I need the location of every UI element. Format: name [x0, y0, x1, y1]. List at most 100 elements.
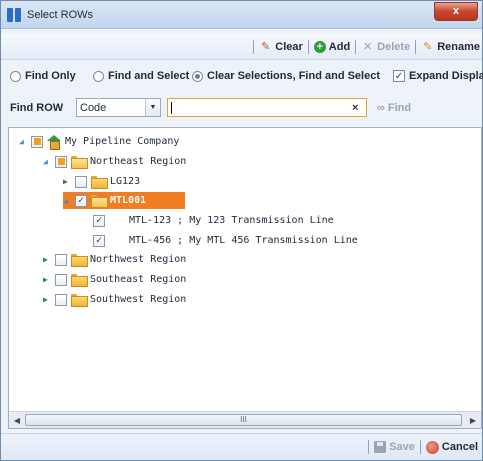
app-icon — [7, 8, 21, 22]
clear-button[interactable]: ✎ Clear — [259, 41, 303, 54]
home-icon — [47, 135, 61, 150]
find-row: Find ROW Code ▼ × ∞ Find — [1, 95, 482, 121]
tree-item-northwest-region[interactable]: ▶ Northwest Region — [43, 251, 186, 268]
clear-search-icon[interactable]: × — [352, 102, 358, 114]
pencil-icon: ✎ — [423, 40, 433, 53]
toolbar-separator — [253, 40, 255, 54]
tree-root-item[interactable]: ◢ My Pipeline Company — [19, 133, 179, 150]
binoculars-icon: ∞ — [377, 102, 385, 114]
delete-button[interactable]: ✕ Delete — [361, 41, 410, 54]
find-only-radio[interactable]: Find Only — [10, 70, 76, 82]
tree-item-label: MTL-123 ; My 123 Transmission Line — [129, 215, 334, 226]
tree-item-northeast-region[interactable]: ◢ Northeast Region — [43, 153, 186, 170]
save-disk-icon — [374, 441, 387, 453]
folder-icon — [91, 176, 108, 189]
add-button[interactable]: + Add — [313, 41, 351, 53]
cancel-icon — [425, 440, 439, 454]
checkmark-icon: ✓ — [393, 70, 405, 82]
collapse-triangle-icon[interactable]: ▶ — [43, 295, 51, 304]
tree-item-mtl-123[interactable]: ✓ MTL-123 ; My 123 Transmission Line — [93, 212, 334, 229]
tree-item-label: Northeast Region — [90, 156, 187, 167]
radio-circle-checked — [192, 70, 203, 82]
tree-item-label: My Pipeline Company — [65, 136, 180, 147]
find-and-select-label: Find and Select — [108, 70, 190, 82]
clear-find-select-radio[interactable]: Clear Selections, Find and Select — [192, 70, 380, 82]
add-label: Add — [328, 41, 351, 53]
row-tree-panel: ◢ My Pipeline Company ◢ Northeast Region… — [8, 127, 482, 429]
collapse-triangle-icon[interactable]: ▶ — [63, 177, 71, 186]
folder-icon — [71, 294, 88, 307]
tree-checkbox[interactable] — [31, 135, 43, 148]
tree-checkbox[interactable] — [55, 253, 67, 266]
collapse-triangle-icon[interactable]: ▶ — [43, 255, 51, 264]
tree-item-mtl001[interactable]: ◢ ✓ MTL001 — [63, 192, 185, 209]
scrollbar-thumb[interactable]: III — [25, 414, 462, 426]
tree-checkbox[interactable] — [55, 273, 67, 286]
tree-item-southwest-region[interactable]: ▶ Southwest Region — [43, 291, 186, 308]
expand-display-label: Expand Display — [409, 70, 483, 82]
dialog-footer: Save Cancel — [1, 433, 482, 460]
delete-label: Delete — [377, 41, 411, 53]
clear-find-select-label: Clear Selections, Find and Select — [207, 70, 380, 82]
tree-item-mtl-456[interactable]: ✓ MTL-456 ; My MTL 456 Transmission Line — [93, 232, 358, 249]
find-mode-options: Find Only Find and Select Clear Selectio… — [1, 65, 483, 89]
rename-label: Rename — [437, 41, 480, 53]
text-caret — [171, 102, 172, 114]
scroll-right-icon[interactable]: ▶ — [467, 415, 479, 426]
open-folder-icon — [91, 195, 108, 208]
find-button[interactable]: ∞ Find — [377, 102, 411, 114]
toolbar-separator — [307, 40, 309, 54]
dropdown-arrow-icon[interactable]: ▼ — [145, 99, 160, 116]
folder-icon — [71, 274, 88, 287]
folder-icon — [71, 254, 88, 267]
cancel-button[interactable]: Cancel — [425, 440, 478, 454]
toolbar-separator — [415, 40, 417, 54]
close-button[interactable]: x — [434, 2, 478, 21]
tree-checkbox[interactable] — [55, 155, 67, 168]
tree-item-lg123[interactable]: ▶ LG123 — [63, 173, 140, 190]
delete-icon: ✕ — [363, 40, 373, 53]
find-field-dropdown[interactable]: Code ▼ — [76, 98, 161, 117]
tree-checkbox-checked[interactable]: ✓ — [93, 214, 105, 227]
footer-separator — [419, 440, 421, 454]
find-button-label: Find — [387, 102, 412, 114]
collapse-triangle-icon[interactable]: ▶ — [43, 275, 51, 284]
tree-checkbox[interactable] — [75, 175, 87, 188]
tree-checkbox-checked[interactable]: ✓ — [93, 234, 105, 247]
tree-item-label: Northwest Region — [90, 254, 187, 265]
clear-label: Clear — [275, 41, 303, 53]
tree-item-label: LG123 — [110, 176, 141, 187]
find-row-label: Find ROW — [10, 102, 64, 114]
find-search-input[interactable] — [167, 98, 367, 117]
horizontal-scrollbar[interactable]: ◀ III ▶ — [9, 411, 481, 428]
open-folder-icon — [71, 156, 88, 169]
expand-display-checkbox[interactable]: ✓ Expand Display — [393, 70, 483, 82]
find-field-value: Code — [80, 102, 107, 114]
toolbar: ✎ Clear + Add ✕ Delete ✎ Rename — [1, 34, 482, 60]
window-title: Select ROWs — [27, 9, 94, 21]
expand-triangle-icon[interactable]: ◢ — [63, 196, 71, 205]
radio-circle — [93, 70, 104, 82]
tree-checkbox[interactable] — [55, 293, 67, 306]
radio-circle — [10, 70, 21, 82]
expand-triangle-icon[interactable]: ◢ — [43, 157, 51, 166]
tree-checkbox-checked[interactable]: ✓ — [75, 194, 87, 207]
rename-button[interactable]: ✎ Rename — [421, 41, 480, 54]
add-icon: + — [313, 41, 326, 53]
find-and-select-radio[interactable]: Find and Select — [93, 70, 189, 82]
tree-item-label: MTL-456 ; My MTL 456 Transmission Line — [129, 235, 358, 246]
save-button[interactable]: Save — [374, 441, 415, 453]
tree-item-southeast-region[interactable]: ▶ Southeast Region — [43, 271, 186, 288]
find-only-label: Find Only — [25, 70, 76, 82]
cancel-label: Cancel — [441, 441, 478, 453]
select-rows-dialog: Select ROWs x ✎ Clear + Add ✕ Delete ✎ R — [0, 0, 483, 461]
eraser-icon: ✎ — [261, 40, 271, 53]
scroll-left-icon[interactable]: ◀ — [11, 415, 23, 426]
toolbar-separator — [355, 40, 357, 54]
tree-item-label: Southeast Region — [90, 274, 187, 285]
footer-separator — [368, 440, 370, 454]
title-bar: Select ROWs x — [1, 1, 482, 29]
expand-triangle-icon[interactable]: ◢ — [19, 137, 27, 146]
tree-item-label: Southwest Region — [90, 294, 187, 305]
save-label: Save — [389, 441, 415, 453]
